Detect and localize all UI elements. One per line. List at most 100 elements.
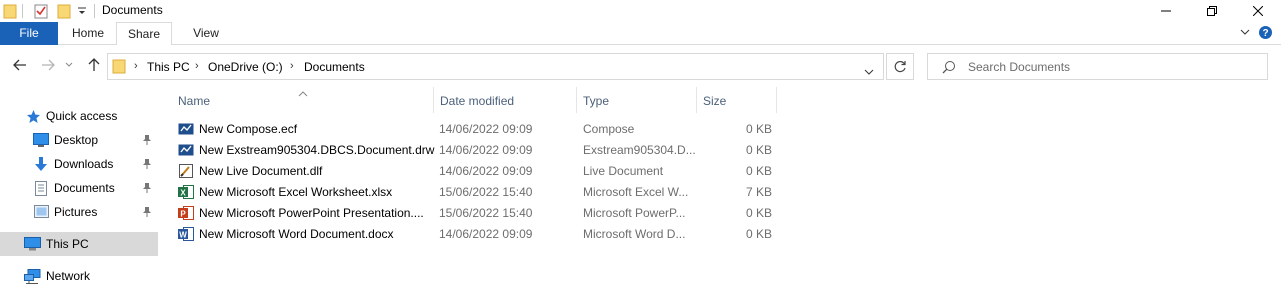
help-icon[interactable]: ? [1258,25,1273,43]
folder-icon [112,58,126,77]
sidebar-item-label: Pictures [54,205,98,219]
column-header-size[interactable]: Size [697,87,777,113]
pin-icon[interactable] [142,158,152,173]
file-row[interactable]: P New Microsoft PowerPoint Presentation.… [176,203,776,224]
chevron-right-icon[interactable]: › [290,60,294,72]
sidebar-item-desktop[interactable]: Desktop [0,128,158,152]
sidebar-item-downloads[interactable]: Downloads [0,152,158,176]
sidebar-item-quick-access[interactable]: Quick access [0,104,158,128]
file-type: Microsoft Word D... [583,227,686,241]
live-document-icon [178,163,194,179]
file-list: Name Date modified Type Size New Compose… [158,87,1281,296]
search-icon [942,60,956,77]
file-name: New Exstream905304.DBCS.Document.drw [199,143,435,157]
excel-icon: X [178,184,194,200]
sidebar-item-label: Downloads [54,157,114,171]
svg-text:W: W [179,231,187,240]
sidebar-item-label: This PC [46,237,89,251]
exstream-icon [178,142,194,158]
pin-icon[interactable] [142,206,152,221]
sidebar-item-label: Desktop [54,133,99,147]
breadcrumb-onedrive[interactable]: OneDrive (O:) [208,60,283,74]
file-row[interactable]: New Compose.ecf 14/06/2022 09:09 Compose… [176,119,776,140]
file-size: 7 KB [746,185,773,199]
chevron-right-icon[interactable]: › [195,60,199,72]
file-name: New Microsoft PowerPoint Presentation...… [199,206,424,220]
customize-toolbar-icon[interactable] [77,4,87,21]
refresh-button[interactable] [886,53,914,80]
column-header-date-modified[interactable]: Date modified [434,87,577,113]
file-type: Live Document [583,164,664,178]
separator [22,4,23,18]
tab-share[interactable]: Share [116,22,172,46]
search-box[interactable]: Search Documents [927,53,1268,80]
up-button[interactable] [84,55,104,75]
close-button[interactable] [1235,0,1281,22]
breadcrumb-this-pc[interactable]: This PC [147,60,190,74]
chevron-right-icon[interactable]: › [134,60,138,72]
documents-icon [35,181,47,199]
breadcrumb-documents[interactable]: Documents [304,60,365,74]
forward-button[interactable] [38,55,58,75]
file-date: 14/06/2022 09:09 [439,164,533,178]
pin-icon[interactable] [142,182,152,197]
ribbon: File Home Share View ? [0,22,1281,46]
file-date: 15/06/2022 15:40 [439,185,533,199]
file-name: New Live Document.dlf [199,164,323,178]
file-type: Exstream905304.D... [583,143,696,157]
network-icon [24,269,41,287]
file-name: New Microsoft Excel Worksheet.xlsx [199,185,393,199]
word-icon: W [178,226,194,242]
file-row[interactable]: W New Microsoft Word Document.docx 14/06… [176,224,776,245]
address-bar[interactable]: › This PC › OneDrive (O:) › Documents [107,53,884,80]
search-input[interactable]: Search Documents [968,60,1070,74]
exstream-icon [178,121,194,137]
file-type: Microsoft Excel W... [583,185,689,199]
file-row[interactable]: X New Microsoft Excel Worksheet.xlsx 15/… [176,182,776,203]
file-row[interactable]: New Live Document.dlf 14/06/2022 09:09 L… [176,161,776,182]
navigation-pane: Quick access Desktop Downloads Documents [0,87,158,296]
recent-locations-button[interactable] [62,55,76,75]
sidebar-item-this-pc[interactable]: This PC [0,232,158,256]
properties-icon[interactable] [33,3,49,22]
minimize-button[interactable] [1143,0,1189,22]
tab-home[interactable]: Home [60,22,116,45]
file-type: Compose [583,122,635,136]
new-folder-icon[interactable] [57,3,71,22]
expand-ribbon-icon[interactable] [1240,25,1250,42]
computer-icon [24,237,41,254]
file-row[interactable]: New Exstream905304.DBCS.Document.drw 14/… [176,140,776,161]
file-size: 0 KB [746,143,773,157]
file-name: New Microsoft Word Document.docx [199,227,394,241]
column-header-type[interactable]: Type [577,87,697,113]
sidebar-item-label: Documents [54,181,115,195]
file-date: 14/06/2022 09:09 [439,227,533,241]
file-size: 0 KB [746,227,773,241]
window-title: Documents [102,3,163,17]
sidebar-item-documents[interactable]: Documents [0,176,158,200]
file-name: New Compose.ecf [199,122,298,136]
maximize-button[interactable] [1189,0,1235,22]
svg-text:X: X [180,189,186,198]
separator [94,4,95,18]
column-header-name[interactable]: Name [172,87,434,113]
svg-text:P: P [180,210,186,219]
svg-text:?: ? [1262,28,1268,39]
pin-icon[interactable] [142,134,152,149]
back-button[interactable] [10,55,30,75]
star-icon [26,109,41,127]
download-icon [34,157,48,175]
sidebar-item-pictures[interactable]: Pictures [0,200,158,224]
file-size: 0 KB [746,122,773,136]
pictures-icon [34,205,49,221]
sidebar-item-label: Network [46,269,91,283]
title-bar: Documents [0,0,1281,22]
file-date: 15/06/2022 15:40 [439,206,533,220]
file-date: 14/06/2022 09:09 [439,122,533,136]
tab-view[interactable]: View [174,22,238,45]
chevron-down-icon[interactable] [864,64,874,78]
file-size: 0 KB [746,206,773,220]
desktop-icon [33,133,49,150]
sidebar-item-network[interactable]: Network [0,264,158,288]
tab-file[interactable]: File [0,22,58,45]
